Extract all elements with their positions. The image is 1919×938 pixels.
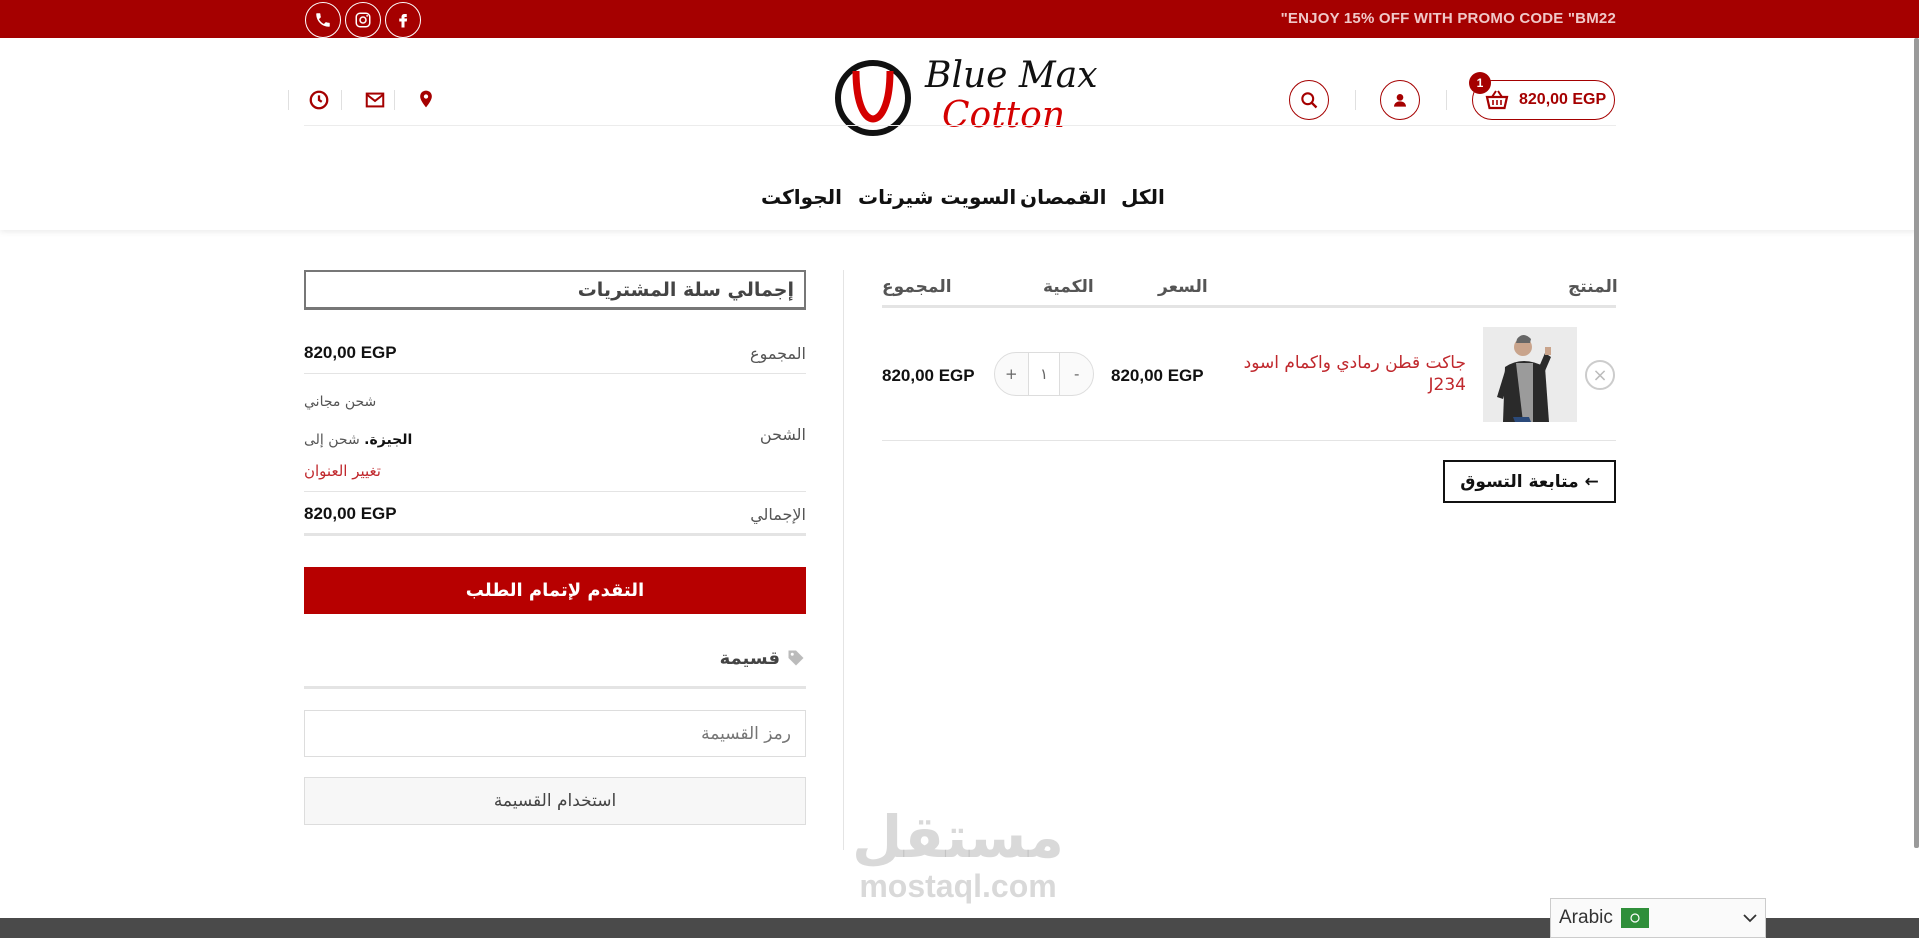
- logo-text-line1: Blue Max: [925, 55, 1098, 96]
- nav-item-jackets[interactable]: الجواكت: [761, 185, 842, 209]
- subtotal-label: المجموع: [750, 344, 806, 363]
- search-button[interactable]: [1289, 80, 1329, 120]
- shipping-method: شحن مجاني: [304, 394, 377, 410]
- continue-shopping-button[interactable]: ← متابعة التسوق: [1443, 460, 1616, 503]
- coupon-code-input[interactable]: [304, 710, 806, 757]
- nav-item-sweatshirts[interactable]: السويت شيرتات: [858, 185, 1016, 209]
- totals-divider: [304, 373, 806, 374]
- nav-item-shirts[interactable]: القمصان: [1020, 185, 1106, 209]
- totals-divider: [304, 533, 806, 536]
- watermark-arabic: مستقل: [851, 803, 1065, 871]
- language-selector[interactable]: Arabic: [1550, 898, 1766, 938]
- mail-icon[interactable]: [360, 85, 390, 115]
- shipping-place: الجيزة.: [364, 432, 413, 448]
- watermark: مستقل mostaql.com: [843, 805, 1073, 903]
- qty-minus-button[interactable]: -: [1060, 365, 1093, 383]
- chevron-down-icon: [1743, 914, 1757, 923]
- product-image-icon: [1483, 327, 1577, 422]
- product-thumbnail[interactable]: [1483, 327, 1577, 422]
- header-separator: [1355, 90, 1356, 110]
- remove-item-button[interactable]: ×: [1585, 360, 1615, 390]
- quantity-stepper: + ١ -: [994, 352, 1094, 396]
- change-address-link[interactable]: تغيير العنوان: [304, 462, 381, 480]
- row-divider: [882, 440, 1616, 441]
- total-label: الإجمالي: [750, 505, 806, 524]
- shipping-label: الشحن: [759, 425, 806, 444]
- cart-totals-title: إجمالي سلة المشتريات: [304, 270, 806, 310]
- totals-divider: [304, 491, 806, 492]
- qty-plus-button[interactable]: +: [995, 365, 1028, 383]
- header-quantity: الكمية: [1043, 277, 1094, 297]
- scrollbar[interactable]: [1914, 38, 1919, 848]
- qty-input[interactable]: ١: [1027, 353, 1061, 395]
- facebook-icon[interactable]: [385, 2, 421, 38]
- account-button[interactable]: [1380, 80, 1420, 120]
- shipping-prefix: شحن إلى: [304, 432, 360, 448]
- phone-icon[interactable]: [305, 2, 341, 38]
- cart-amount: 820,00 EGP: [1519, 91, 1607, 108]
- total-value: 820,00 EGP: [304, 504, 397, 523]
- search-icon: [1301, 92, 1318, 109]
- header-divider: [304, 125, 1616, 126]
- header-separator: [394, 90, 395, 110]
- header-subtotal: المجموع: [882, 277, 952, 297]
- user-icon: [1394, 94, 1406, 107]
- top-bar: "ENJOY 15% OFF WITH PROMO CODE "BM22: [0, 0, 1919, 38]
- site-logo[interactable]: Blue Max Cotton: [830, 55, 1098, 145]
- clock-icon[interactable]: [304, 85, 334, 115]
- cart-button[interactable]: 820,00 EGP: [1472, 80, 1615, 120]
- product-name-link[interactable]: جاكت قطن رمادي واكمام اسود J234: [1220, 352, 1466, 396]
- saudi-flag-icon: [1620, 908, 1649, 928]
- header-separator: [1446, 90, 1447, 110]
- table-header-divider: [882, 305, 1616, 308]
- shipping-destination: الجيزة. شحن إلى: [304, 432, 412, 448]
- column-divider: [843, 270, 844, 850]
- logo-mark-icon: [835, 60, 911, 136]
- promo-text: "ENJOY 15% OFF WITH PROMO CODE "BM22: [1280, 10, 1616, 27]
- product-price: 820,00 EGP: [1111, 366, 1204, 385]
- coupon-heading-text: قسيمة: [719, 648, 780, 669]
- proceed-to-checkout-button[interactable]: التقدم لإتمام الطلب: [304, 567, 806, 614]
- product-subtotal: 820,00 EGP: [882, 366, 975, 385]
- apply-coupon-button[interactable]: استخدام القسيمة: [304, 777, 806, 825]
- instagram-icon[interactable]: [345, 2, 381, 38]
- basket-icon: [1485, 90, 1509, 110]
- coupon-divider: [304, 686, 806, 689]
- watermark-latin: mostaql.com: [859, 868, 1057, 904]
- coupon-heading: قسيمة: [600, 648, 806, 669]
- header-product: المنتج: [1568, 277, 1618, 297]
- header-separator: [341, 90, 342, 110]
- logo-text-line2: Cotton: [942, 95, 1066, 136]
- tag-icon: [788, 650, 804, 666]
- location-icon[interactable]: [411, 84, 441, 114]
- nav-item-all[interactable]: الكل: [1121, 185, 1165, 209]
- header-price: السعر: [1158, 277, 1208, 297]
- cart-count-badge: 1: [1469, 72, 1491, 94]
- language-selected: Arabic: [1559, 907, 1613, 928]
- header-separator: [288, 90, 289, 110]
- subtotal-value: 820,00 EGP: [304, 343, 397, 362]
